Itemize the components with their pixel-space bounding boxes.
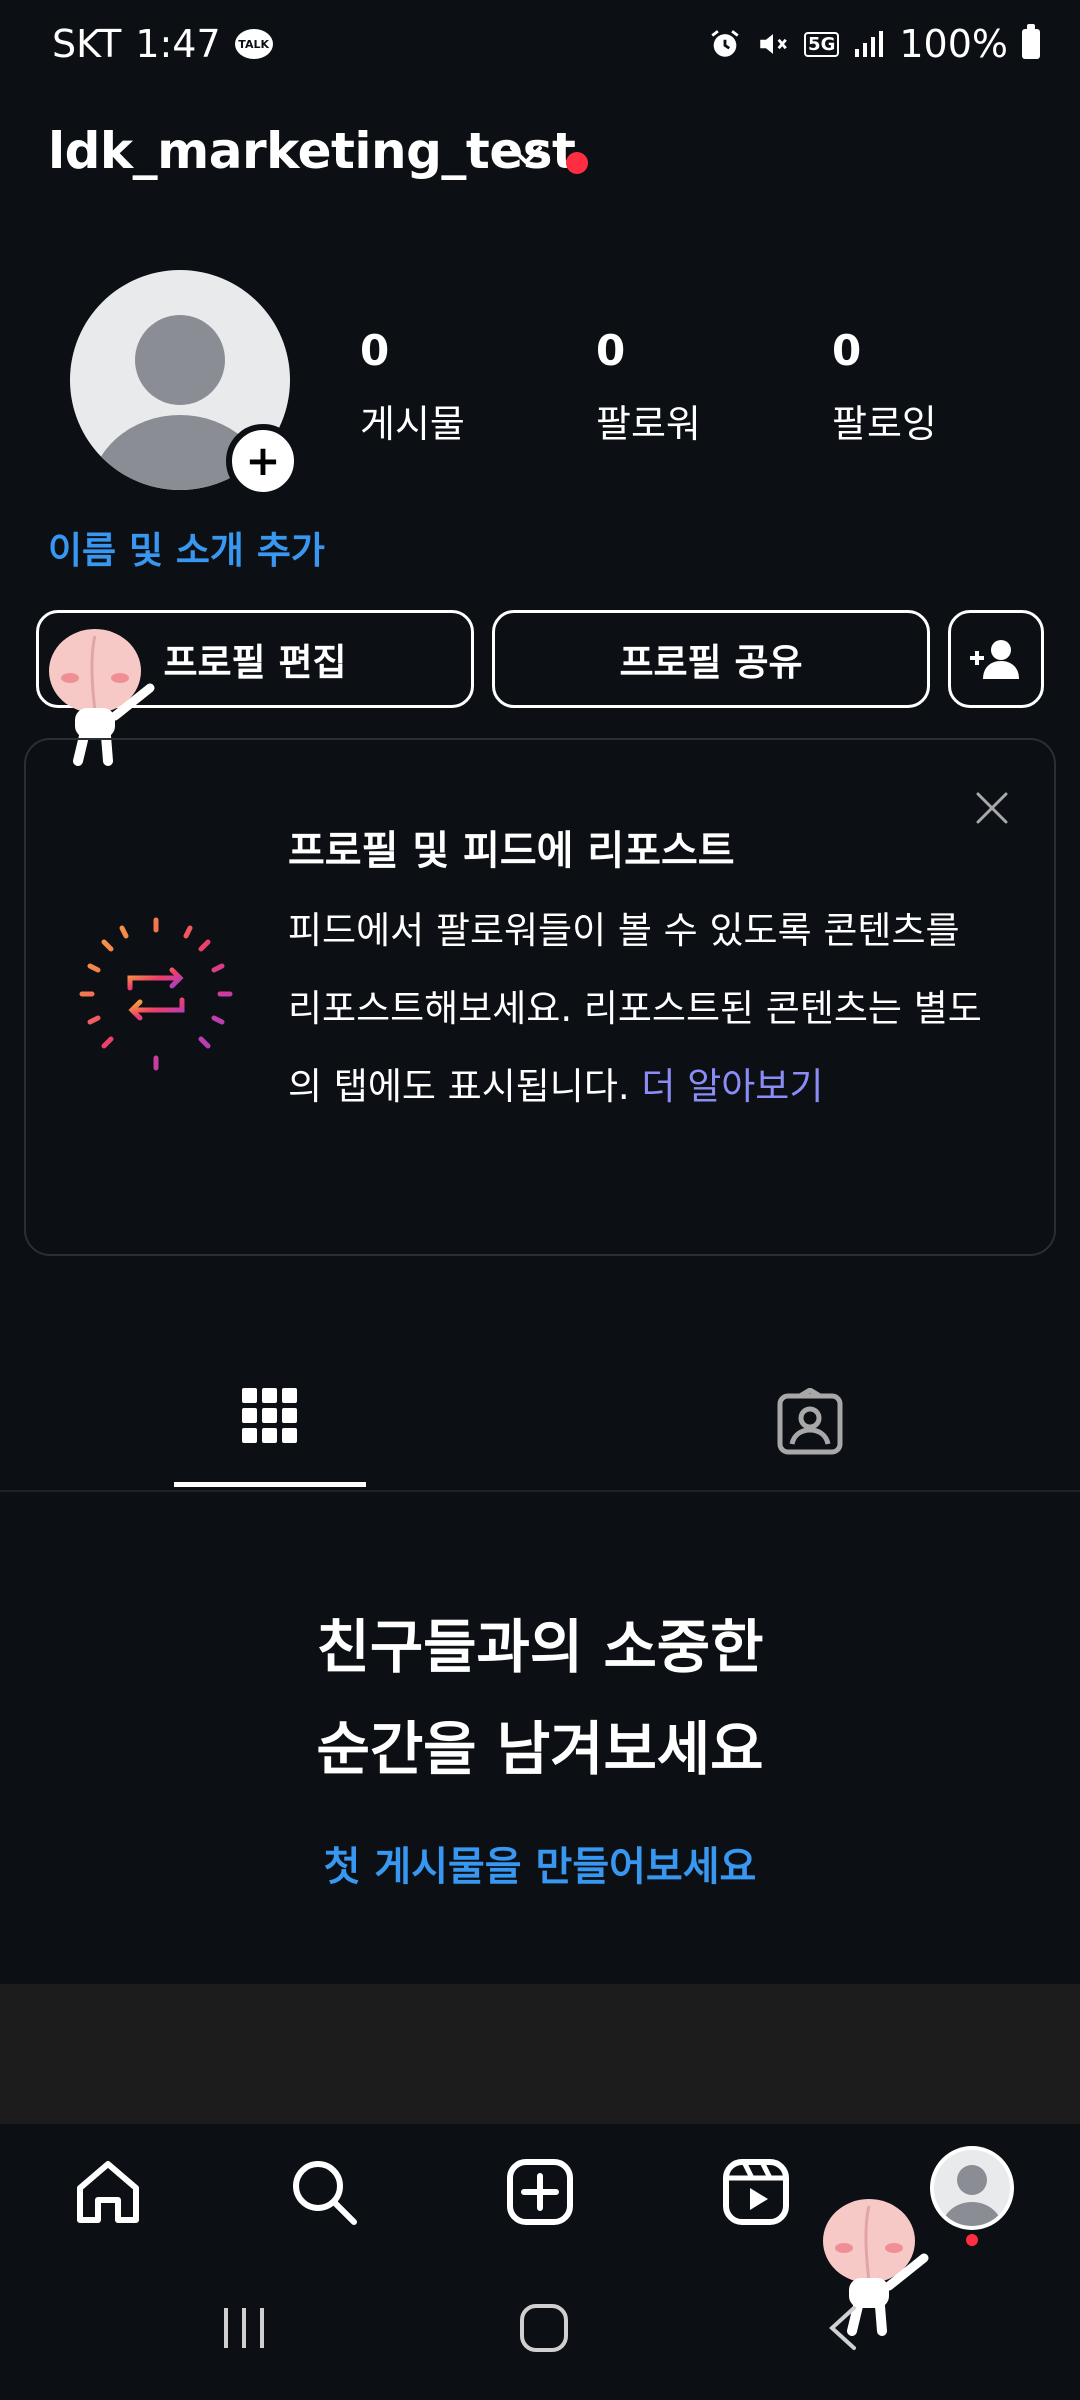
mute-icon (760, 34, 787, 54)
default-person-icon (942, 2165, 1002, 2226)
status-bar-right: 5G 100% (708, 22, 1040, 66)
network-type: 5G (804, 31, 840, 57)
grid-icon[interactable] (240, 1386, 300, 1446)
following-stat[interactable]: 0 팔로잉 (832, 326, 992, 448)
empty-state-title: 친구들과의 소중한 순간을 남겨보세요 (0, 1596, 1080, 1800)
home-icon (77, 2161, 139, 2223)
nav-create[interactable] (500, 2152, 580, 2232)
alarm-icon (711, 30, 739, 57)
nav-reels[interactable] (716, 2152, 796, 2232)
signal-icon (855, 31, 884, 57)
posts-count: 0 (360, 326, 390, 375)
discover-people-button[interactable] (948, 610, 1044, 708)
tab-divider (0, 1490, 1080, 1492)
content-footer-band (0, 1984, 1080, 2124)
repost-card-title: 프로필 및 피드에 리포스트 (288, 828, 735, 874)
battery-percent: 100% (899, 22, 1008, 66)
share-profile-button[interactable]: 프로필 공유 (492, 610, 930, 708)
kakaotalk-notification-icon: TALK (234, 29, 273, 59)
tagged-icon[interactable] (776, 1388, 844, 1456)
recent-apps-icon[interactable] (216, 2300, 272, 2356)
nav-profile-avatar[interactable] (930, 2146, 1014, 2230)
add-story-button[interactable]: + (226, 424, 300, 498)
clock: 1:47 (135, 22, 221, 66)
back-icon[interactable] (816, 2300, 872, 2356)
account-username[interactable]: ldk_marketing_test (48, 122, 576, 180)
reels-icon (723, 2159, 789, 2225)
empty-title-line-1: 친구들과의 소중한 (316, 1613, 764, 1681)
repost-card-body: 피드에서 팔로워들이 볼 수 있도록 콘텐츠를 리포스트해보세요. 리포스트된 … (288, 892, 988, 1126)
notification-dot (566, 152, 588, 174)
profile-notification-dot (966, 2234, 978, 2246)
create-icon (507, 2159, 573, 2225)
add-person-icon (970, 640, 1019, 679)
talk-badge-text: TALK (238, 37, 269, 51)
active-tab-indicator (174, 1482, 366, 1487)
edit-profile-label: 프로필 편집 (163, 641, 347, 684)
followers-count: 0 (596, 326, 626, 375)
following-count: 0 (832, 326, 862, 375)
create-first-post-link[interactable]: 첫 게시물을 만들어보세요 (0, 1834, 1080, 1892)
share-profile-label: 프로필 공유 (619, 641, 803, 684)
carrier-label: SKT (52, 22, 122, 66)
close-icon[interactable] (970, 786, 1014, 830)
nav-home[interactable] (68, 2152, 148, 2232)
repost-icon (79, 917, 233, 1071)
posts-stat[interactable]: 0 게시물 (360, 326, 520, 448)
posts-label: 게시물 (360, 402, 465, 446)
empty-title-line-2: 순간을 남겨보세요 (316, 1715, 764, 1783)
status-bar-left: SKT 1:47 TALK (52, 22, 273, 66)
chevron-down-icon[interactable] (506, 142, 546, 168)
battery-icon (1022, 24, 1040, 59)
learn-more-link[interactable]: 더 알아보기 (641, 1065, 823, 1108)
nav-search[interactable] (284, 2152, 364, 2232)
followers-label: 팔로워 (596, 402, 701, 446)
home-button-icon[interactable] (516, 2300, 572, 2356)
add-name-bio-link[interactable]: 이름 및 소개 추가 (48, 520, 325, 574)
following-label: 팔로잉 (832, 402, 937, 446)
search-icon (293, 2161, 357, 2225)
repost-card-description: 피드에서 팔로워들이 볼 수 있도록 콘텐츠를 리포스트해보세요. 리포스트된 … (288, 909, 982, 1108)
followers-stat[interactable]: 0 팔로워 (596, 326, 756, 448)
